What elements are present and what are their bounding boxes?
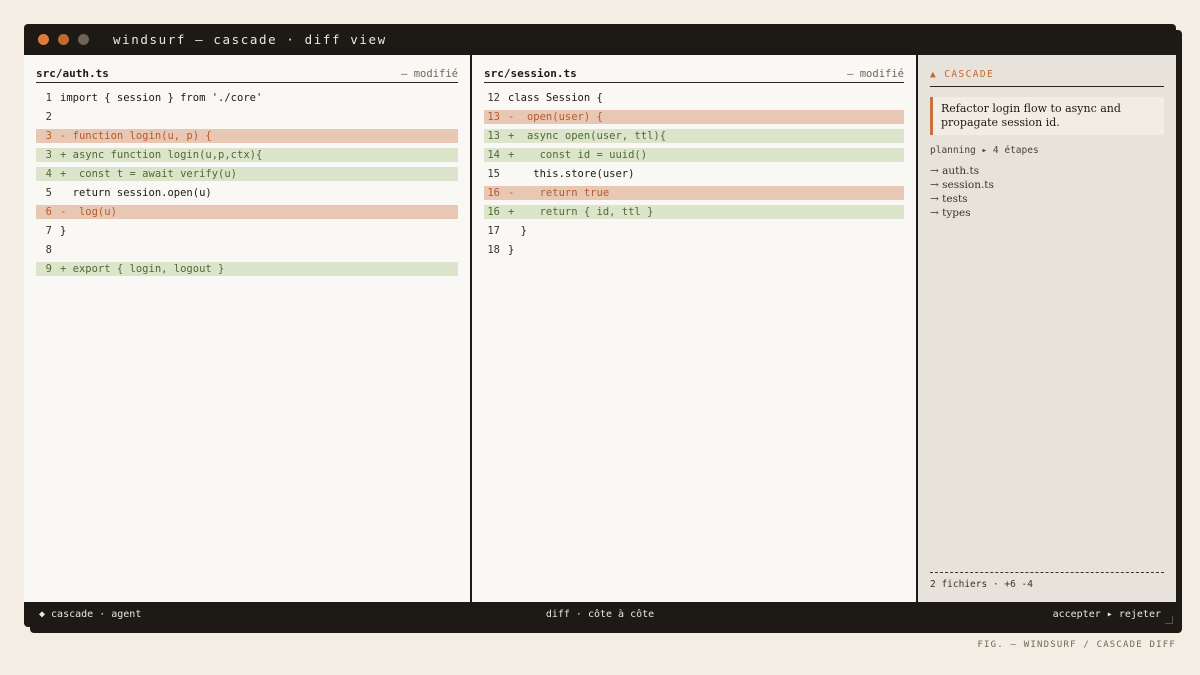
resize-grip-icon[interactable] — [1165, 616, 1173, 624]
line-code: class Session { — [508, 92, 603, 104]
editor-area: src/auth.ts — modifié 1 import { session … — [24, 55, 1176, 602]
code-line-ctx[interactable]: 15 this.store(user) — [484, 167, 904, 181]
line-number: 18 — [487, 244, 500, 256]
triangle-right-icon: ▸ — [1106, 609, 1113, 620]
minimize-dot[interactable] — [58, 34, 69, 45]
code-line-ctx[interactable]: 18} — [484, 243, 904, 257]
line-code: import { session } from './core' — [60, 92, 263, 104]
line-code: return session.open(u) — [60, 187, 212, 199]
line-number: 15 — [487, 168, 500, 180]
reject-button[interactable]: rejeter — [1119, 609, 1161, 620]
code-line-ctx[interactable]: 7} — [36, 224, 458, 238]
left-pane-header: src/auth.ts — modifié — [36, 65, 458, 83]
line-code: - open(user) { — [508, 111, 603, 123]
line-number: 14 — [487, 149, 500, 161]
line-number: 8 — [45, 244, 52, 256]
code-line-ctx[interactable]: 1 import { session } from './core' — [36, 91, 458, 105]
line-number: 3 — [45, 130, 52, 142]
line-code: } — [508, 225, 527, 237]
code-line-del[interactable]: 6 - log(u) — [36, 205, 458, 219]
view-mode-label[interactable]: diff · côte à côte — [546, 609, 654, 620]
line-number: 9 — [45, 263, 52, 275]
cascade-title: ▲ CASCADE — [930, 69, 1164, 87]
title-bar: windsurf — cascade · diff view — [24, 24, 1176, 55]
accept-reject-controls: accepter ▸ rejeter — [1053, 609, 1161, 620]
line-code: - return true — [508, 187, 610, 199]
code-line-add[interactable]: 9 + export { login, logout } — [36, 262, 458, 276]
line-code: this.store(user) — [508, 168, 635, 180]
left-diff-pane: src/auth.ts — modifié 1 import { session … — [24, 55, 470, 602]
code-line-ctx[interactable]: 12 class Session { — [484, 91, 904, 105]
code-line-del[interactable]: 16 - return true — [484, 186, 904, 200]
line-code: - function login(u, p) { — [60, 130, 212, 142]
line-code: + const id = uuid() — [508, 149, 648, 161]
line-number: 5 — [45, 187, 52, 199]
line-code: + export { login, logout } — [60, 263, 225, 275]
line-code: + async function login(u,p,ctx){ — [60, 149, 263, 161]
view-mode-container: diff · côte à côte — [24, 609, 1176, 620]
app-window: windsurf — cascade · diff view src/auth.… — [24, 24, 1176, 627]
change-summary: 2 fichiers · +6 -4 — [930, 572, 1164, 590]
left-filename[interactable]: src/auth.ts — [36, 67, 109, 80]
right-pane-header: src/session.ts — modifié — [484, 65, 904, 83]
line-number: 16 — [487, 187, 500, 199]
line-number: 17 — [487, 225, 500, 237]
line-number: 12 — [487, 92, 500, 104]
status-bar: ◆ cascade · agent diff · côte à côte acc… — [24, 602, 1176, 627]
left-code-lines: 1 import { session } from './core' 2 3 - fun… — [36, 91, 458, 276]
code-line-add[interactable]: 16 + return { id, ttl } — [484, 205, 904, 219]
right-code-lines: 12 class Session { 13 - open(user) { 13 + asy… — [484, 91, 904, 257]
close-dot[interactable] — [38, 34, 49, 45]
line-number: 4 — [45, 168, 52, 180]
plan-step[interactable]: → auth.ts — [930, 164, 1164, 178]
plan-step[interactable]: → session.ts — [930, 178, 1164, 192]
line-code: - log(u) — [60, 206, 117, 218]
line-number: 2 — [45, 111, 52, 123]
line-number: 13 — [487, 111, 500, 123]
code-line-del[interactable]: 3 - function login(u, p) { — [36, 129, 458, 143]
line-code: + const t = await verify(u) — [60, 168, 238, 180]
line-number: 6 — [45, 206, 52, 218]
line-code: } — [508, 244, 515, 256]
code-line-add[interactable]: 3 + async function login(u,p,ctx){ — [36, 148, 458, 162]
code-line-ctx[interactable]: 8 — [36, 243, 458, 257]
cascade-prompt: Refactor login flow to async and propaga… — [930, 97, 1164, 135]
line-number: 1 — [45, 92, 52, 104]
plan-steps: → auth.ts → session.ts → tests → types — [930, 164, 1164, 220]
line-number: 7 — [45, 225, 52, 237]
plan-step[interactable]: → types — [930, 206, 1164, 220]
line-code: + return { id, ttl } — [508, 206, 654, 218]
left-file-status: — modifié — [401, 68, 458, 80]
code-line-ctx[interactable]: 17 } — [484, 224, 904, 238]
window-title: windsurf — cascade · diff view — [113, 32, 387, 47]
agent-mode-label[interactable]: ◆ cascade · agent — [39, 609, 141, 620]
figure-caption: FIG. — WINDSURF / CASCADE DIFF — [977, 640, 1176, 650]
right-filename[interactable]: src/session.ts — [484, 67, 577, 80]
line-code: + async open(user, ttl){ — [508, 130, 667, 142]
maximize-dot[interactable] — [78, 34, 89, 45]
line-code: } — [60, 225, 67, 237]
cascade-panel: ▲ CASCADE Refactor login flow to async a… — [916, 55, 1176, 602]
planning-label: planning ▸ 4 étapes — [930, 145, 1039, 156]
right-file-status: — modifié — [847, 68, 904, 80]
code-line-del[interactable]: 13 - open(user) { — [484, 110, 904, 124]
line-number: 3 — [45, 149, 52, 161]
code-line-add[interactable]: 4 + const t = await verify(u) — [36, 167, 458, 181]
plan-step[interactable]: → tests — [930, 192, 1164, 206]
code-line-add[interactable]: 13 + async open(user, ttl){ — [484, 129, 904, 143]
line-number: 16 — [487, 206, 500, 218]
code-line-ctx[interactable]: 5 return session.open(u) — [36, 186, 458, 200]
right-diff-pane: src/session.ts — modifié 12 class Session… — [470, 55, 916, 602]
line-number: 13 — [487, 130, 500, 142]
accept-button[interactable]: accepter — [1053, 609, 1101, 620]
code-line-add[interactable]: 14 + const id = uuid() — [484, 148, 904, 162]
code-line-ctx[interactable]: 2 — [36, 110, 458, 124]
